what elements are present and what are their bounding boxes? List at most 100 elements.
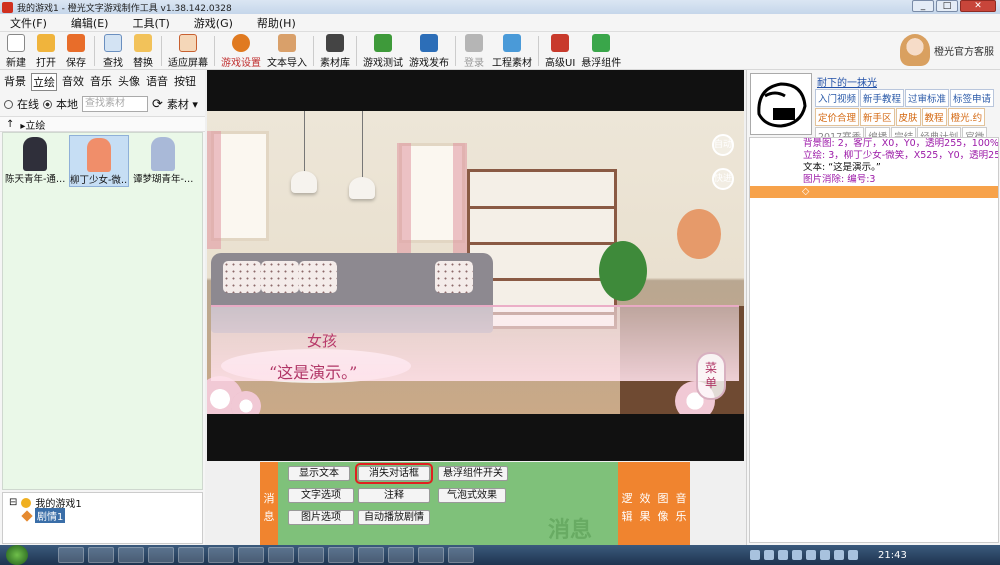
comment-button[interactable]: 注释	[358, 488, 430, 503]
tab-image[interactable]: 图像	[654, 462, 672, 545]
floating-toggle-button[interactable]: 悬浮组件开关	[438, 466, 508, 481]
taskbar-app[interactable]	[148, 547, 174, 563]
quick-link[interactable]: 新手区	[860, 108, 895, 126]
tray-icon[interactable]	[778, 550, 788, 560]
tab-message[interactable]: 消息	[260, 462, 278, 545]
helpdesk-link[interactable]: 橙光官方客服	[900, 34, 994, 66]
menu-file[interactable]: 文件(F)	[10, 15, 47, 31]
game-settings-button[interactable]: 游戏设置	[221, 32, 261, 69]
menu-help[interactable]: 帮助(H)	[257, 15, 296, 31]
event-script-list[interactable]: 背景图: 2，客厅，X0，Y0，透明255，100%，10立绘: 3，柳丁少女-…	[749, 137, 999, 543]
start-button[interactable]	[6, 545, 28, 565]
taskbar-app[interactable]	[238, 547, 264, 563]
quick-link[interactable]: 皮肤	[895, 108, 921, 126]
script-line[interactable]: ◇	[750, 186, 998, 198]
tray-icon[interactable]	[820, 550, 830, 560]
tray-icon[interactable]	[750, 550, 760, 560]
game-icon	[21, 497, 32, 508]
tree-node-chapter[interactable]: 剧情1	[9, 508, 196, 523]
script-line[interactable]: 图片消除: 编号:3	[750, 174, 998, 186]
menu-tools[interactable]: 工具(T)	[132, 15, 169, 31]
library-button[interactable]: 素材库	[320, 32, 350, 69]
maximize-button[interactable]: □	[936, 0, 958, 12]
user-avatar[interactable]	[750, 73, 812, 135]
publish-button[interactable]: 游戏发布	[409, 32, 449, 69]
list-item[interactable]: 陈天青年-通…	[5, 135, 65, 187]
floating-components-button[interactable]: 悬浮组件	[581, 32, 621, 69]
taskbar-app[interactable]	[268, 547, 294, 563]
volume-icon[interactable]	[834, 550, 844, 560]
tab-effects[interactable]: 效果	[636, 462, 654, 545]
list-item[interactable]: 柳丁少女-微…	[69, 135, 129, 187]
taskbar-app[interactable]	[178, 547, 204, 563]
quick-link[interactable]: 橙光.约	[947, 108, 986, 126]
tray-icon[interactable]	[764, 550, 774, 560]
game-preview[interactable]: 自动 快进 女孩 “这是演示。” 菜 单	[207, 70, 744, 461]
quick-link[interactable]: 教程	[921, 108, 947, 126]
network-icon[interactable]	[848, 550, 858, 560]
minimize-button[interactable]: _	[912, 0, 934, 12]
fit-screen-button[interactable]: 适应屏幕	[168, 32, 208, 69]
taskbar-app[interactable]	[388, 547, 414, 563]
quick-link[interactable]: 标签申请	[950, 89, 995, 107]
quick-link[interactable]: 定价合理	[815, 108, 860, 126]
up-button[interactable]: ↑	[6, 119, 14, 130]
taskbar-app[interactable]	[448, 547, 474, 563]
refresh-icon[interactable]: ⟳	[152, 97, 163, 112]
save-button[interactable]: 保存	[64, 32, 88, 69]
taskbar-app[interactable]	[208, 547, 234, 563]
assets-dropdown[interactable]: 素材 ▾	[167, 96, 198, 112]
open-button[interactable]: 打开	[34, 32, 58, 69]
auto-button[interactable]: 自动	[712, 134, 734, 156]
taskbar-app[interactable]	[118, 547, 144, 563]
login-button[interactable]: 登录	[462, 32, 486, 69]
asset-search-input[interactable]: 查找素材	[82, 96, 148, 112]
project-assets-button[interactable]: 工程素材	[492, 32, 532, 69]
tab-portrait[interactable]: 立绘	[31, 73, 57, 91]
tab-background[interactable]: 背景	[3, 73, 27, 91]
replace-button[interactable]: 替换	[131, 32, 155, 69]
image-options-button[interactable]: 图片选项	[288, 510, 354, 525]
taskbar-app[interactable]	[88, 547, 114, 563]
taskbar-app[interactable]	[328, 547, 354, 563]
tab-voice[interactable]: 语音	[145, 73, 169, 91]
script-line[interactable]: 文本: “这是演示。”	[750, 162, 998, 174]
taskbar-app[interactable]	[58, 547, 84, 563]
tab-logic[interactable]: 逻辑	[618, 462, 636, 545]
close-button[interactable]: ✕	[960, 0, 996, 12]
bubble-effect-button[interactable]: 气泡式效果	[438, 488, 506, 503]
test-game-button[interactable]: 游戏测试	[363, 32, 403, 69]
tab-avatar[interactable]: 头像	[117, 73, 141, 91]
quick-link[interactable]: 过审标准	[905, 89, 950, 107]
menu-game[interactable]: 游戏(G)	[194, 15, 233, 31]
text-options-button[interactable]: 文字选项	[288, 488, 354, 503]
script-line[interactable]: 立绘: 3，柳丁少女-微笑，X525，Y0，透明255	[750, 150, 998, 162]
skip-button[interactable]: 快进	[712, 168, 734, 190]
advanced-ui-button[interactable]: 高级UI	[545, 32, 575, 69]
taskbar-app[interactable]	[358, 547, 384, 563]
new-button[interactable]: 新建	[4, 32, 28, 69]
find-button[interactable]: 查找	[101, 32, 125, 69]
local-radio[interactable]	[43, 99, 52, 109]
quick-link[interactable]: 新手教程	[860, 89, 905, 107]
username-link[interactable]: 耐下的一抹光	[817, 74, 877, 89]
text-import-button[interactable]: 文本导入	[267, 32, 307, 69]
tab-music[interactable]: 音乐	[672, 462, 690, 545]
show-text-button[interactable]: 显示文本	[288, 466, 350, 481]
tab-sound-effect[interactable]: 音效	[61, 73, 85, 91]
tray-icon[interactable]	[806, 550, 816, 560]
taskbar-app[interactable]	[298, 547, 324, 563]
tab-music[interactable]: 音乐	[89, 73, 113, 91]
script-panel: 耐下的一抹光 入门视频新手教程过审标准标签申请定价合理新手区皮肤教程橙光.约20…	[746, 70, 1000, 545]
tab-button[interactable]: 按钮	[173, 73, 197, 91]
menu-edit[interactable]: 编辑(E)	[71, 15, 109, 31]
auto-play-button[interactable]: 自动播放剧情	[358, 510, 430, 525]
quick-link[interactable]: 入门视频	[815, 89, 860, 107]
hide-dialog-button[interactable]: 消失对话框	[355, 463, 433, 484]
online-radio[interactable]	[4, 99, 13, 109]
tray-icon[interactable]	[792, 550, 802, 560]
list-item[interactable]: 谭梦瑚青年-…	[133, 135, 193, 187]
menu-button[interactable]: 菜 单	[696, 352, 726, 400]
taskbar-app[interactable]	[418, 547, 444, 563]
script-line[interactable]: 背景图: 2，客厅，X0，Y0，透明255，100%，10	[750, 138, 998, 150]
